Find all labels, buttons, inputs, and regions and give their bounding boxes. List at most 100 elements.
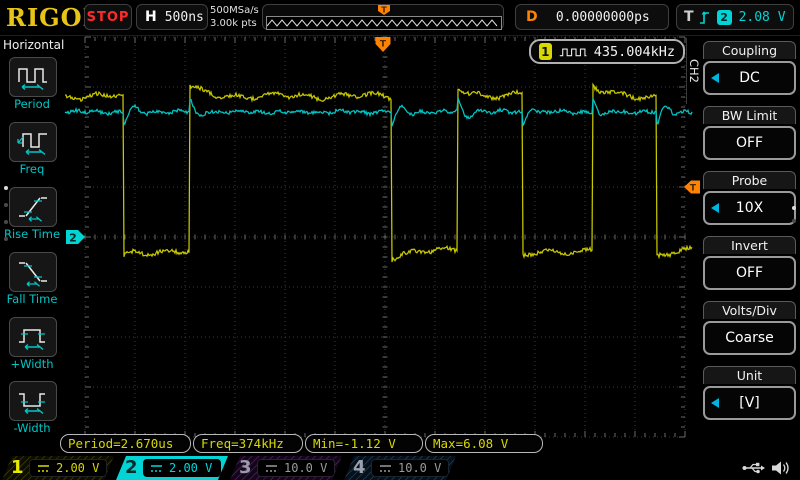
- invert-value: OFF: [736, 265, 763, 281]
- plus-width-icon: [16, 322, 50, 352]
- freq-icon: [16, 127, 50, 157]
- minus-width-label: -Width: [0, 421, 64, 435]
- preview-window: [266, 16, 502, 30]
- measure-rise-time-button[interactable]: [9, 187, 57, 227]
- h-label: H: [145, 9, 157, 25]
- left-softkey-menu: Horizontal Period Freq Rise Time: [0, 35, 64, 455]
- measurement-min[interactable]: Min=-1.12 V: [305, 434, 423, 453]
- measure-fall-time-button[interactable]: [9, 252, 57, 292]
- select-arrow-icon: [711, 398, 719, 408]
- channel-1-scale-box: 2.00 V: [29, 459, 107, 477]
- memory-depth: 3.00k pts: [210, 17, 259, 30]
- rise-time-icon: [16, 192, 50, 222]
- channel-3-scale: 10.0 V: [284, 461, 327, 475]
- minus-width-icon: [16, 386, 50, 416]
- measure-freq-button[interactable]: [9, 122, 57, 162]
- measurement-period[interactable]: Period=2.670us: [60, 434, 191, 453]
- svg-text:2: 2: [69, 232, 77, 245]
- unit-value: [V]: [739, 395, 760, 411]
- channel-menu-tab: CH2: [686, 38, 701, 104]
- sample-rate: 500MSa/s: [210, 4, 259, 17]
- channel-1-scale: 2.00 V: [56, 461, 99, 475]
- menu-page-dot: [4, 220, 8, 224]
- menu-page-dot: [4, 237, 8, 241]
- channel-4-scale-box: 10.0 V: [371, 459, 449, 477]
- frequency-counter-badge: 1 435.004kHz: [529, 39, 685, 64]
- channel-2-number: 2: [125, 457, 138, 478]
- coupling-value-button[interactable]: DC: [703, 61, 796, 95]
- plus-width-label: +Width: [0, 357, 64, 371]
- delay-label: D: [526, 9, 538, 25]
- measure-period-button[interactable]: [9, 57, 57, 97]
- horizontal-delay-button[interactable]: D 0.00000000ps: [515, 4, 669, 30]
- channel-2-status[interactable]: 2 2.00 V: [116, 456, 228, 480]
- volts-div-value-button[interactable]: Coarse: [703, 321, 796, 355]
- memory-position-preview[interactable]: T: [262, 4, 504, 30]
- rising-edge-icon: [699, 10, 712, 25]
- menu-page-dot: [792, 219, 796, 223]
- ch2-ground-marker[interactable]: 2: [66, 230, 85, 245]
- probe-value: 10X: [736, 200, 763, 216]
- acquisition-info: 500MSa/s 3.00k pts: [210, 4, 259, 30]
- bw-limit-title: BW Limit: [703, 106, 796, 124]
- dc-coupling-icon: [150, 464, 163, 473]
- right-softkey-menu: CH2 Coupling DC BW Limit OFF Probe 10X I…: [700, 35, 800, 455]
- volts-div-value: Coarse: [725, 330, 774, 346]
- svg-text:T: T: [381, 6, 387, 15]
- svg-text:T: T: [690, 184, 697, 194]
- fall-time-icon: [16, 257, 50, 287]
- measurement-max[interactable]: Max=6.08 V: [425, 434, 543, 453]
- channel-2-scale-box: 2.00 V: [143, 459, 221, 477]
- dc-coupling-icon: [265, 464, 278, 473]
- timebase-value: 500ns: [165, 10, 204, 25]
- invert-value-button[interactable]: OFF: [703, 256, 796, 290]
- counter-source-chip: 1: [539, 43, 552, 60]
- period-icon: [16, 62, 50, 92]
- trigger-status-button[interactable]: T 2 2.08 V: [676, 4, 794, 30]
- volts-div-title: Volts/Div: [703, 301, 796, 319]
- menu-page-dot: [4, 186, 8, 190]
- delay-value: 0.00000000ps: [548, 10, 658, 25]
- square-wave-icon: [559, 45, 587, 59]
- channel-status-bar: 1 2.00 V 2 2.00 V 3: [0, 456, 800, 480]
- bw-limit-value-button[interactable]: OFF: [703, 126, 796, 160]
- measurement-freq[interactable]: Freq=374kHz: [193, 434, 303, 453]
- channel-3-number: 3: [239, 457, 252, 478]
- measure-neg-width-button[interactable]: [9, 381, 57, 421]
- unit-value-button[interactable]: [V]: [703, 386, 796, 420]
- channel-4-status[interactable]: 4 10.0 V: [344, 456, 456, 480]
- channel-4-scale: 10.0 V: [398, 461, 441, 475]
- channel-4-number: 4: [353, 457, 366, 478]
- select-arrow-icon: [711, 203, 719, 213]
- svg-text:T: T: [380, 40, 387, 50]
- channel-3-status[interactable]: 3 10.0 V: [230, 456, 342, 480]
- run-state-button[interactable]: STOP: [84, 4, 132, 30]
- probe-value-button[interactable]: 10X: [703, 191, 796, 225]
- waveform-display: T T 2: [0, 0, 800, 480]
- run-state-label: STOP: [87, 10, 130, 25]
- unit-title: Unit: [703, 366, 796, 384]
- probe-title: Probe: [703, 171, 796, 189]
- usb-icon: [742, 460, 766, 476]
- speaker-icon: [770, 459, 790, 477]
- trigger-position-marker[interactable]: T: [376, 37, 391, 52]
- channel-1-status[interactable]: 1 2.00 V: [2, 456, 114, 480]
- oscilloscope-screen: T T 2 1 435.004kHz RIGOL STOP H 500ns 500M…: [0, 0, 800, 480]
- menu-page-dot: [4, 203, 8, 207]
- select-arrow-icon: [711, 73, 719, 83]
- period-label: Period: [0, 97, 64, 111]
- channel-2-scale: 2.00 V: [169, 461, 212, 475]
- counter-value: 435.004kHz: [594, 44, 675, 60]
- dc-coupling-icon: [379, 464, 392, 473]
- bw-limit-value: OFF: [736, 135, 763, 151]
- top-status-bar: RIGOL STOP H 500ns 500MSa/s 3.00k pts T …: [0, 0, 800, 36]
- horizontal-timebase-button[interactable]: H 500ns: [136, 4, 208, 30]
- measure-pos-width-button[interactable]: [9, 317, 57, 357]
- coupling-title: Coupling: [703, 41, 796, 59]
- invert-title: Invert: [703, 236, 796, 254]
- freq-label: Freq: [0, 162, 64, 176]
- preview-trigger-marker-icon[interactable]: T: [377, 5, 391, 16]
- fall-time-label: Fall Time: [0, 292, 64, 306]
- trigger-level-marker[interactable]: T: [684, 181, 700, 194]
- rise-time-label: Rise Time: [0, 227, 64, 241]
